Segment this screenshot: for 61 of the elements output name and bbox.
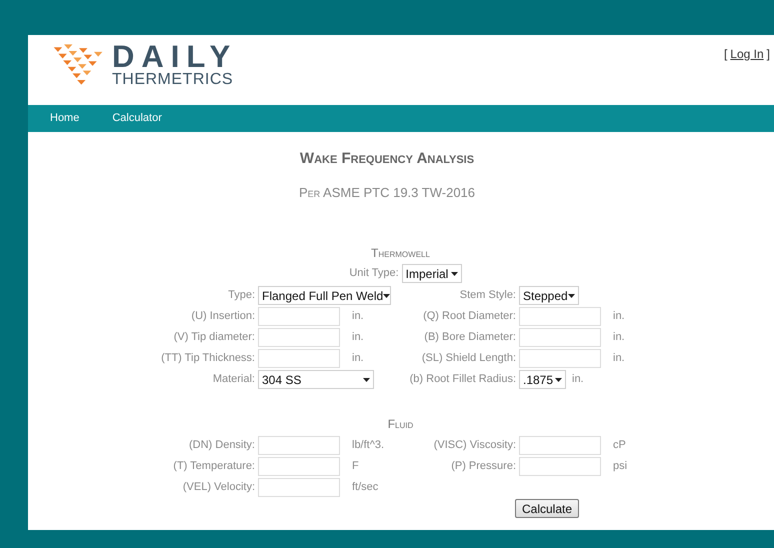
unit-label: ft/sec: [352, 480, 378, 496]
nav-link[interactable]: Calculator: [112, 110, 162, 127]
calculate-button[interactable]: Calculate: [515, 499, 580, 518]
field-label: Material:: [212, 372, 256, 388]
unit-label: in.: [613, 309, 625, 324]
input-field[interactable]: [258, 328, 340, 347]
field-label: Unit Type:: [349, 266, 399, 282]
input-field[interactable]: [258, 349, 340, 368]
section-heading: Thermowell: [371, 245, 430, 262]
input-field[interactable]: [519, 436, 601, 455]
caret-icon: [383, 294, 390, 298]
unit-label: F: [352, 459, 359, 474]
field-label: (T) Temperature:: [172, 459, 256, 474]
unit-label: psi: [613, 459, 628, 474]
field-label: (V) Tip diameter:: [172, 330, 256, 346]
input-field[interactable]: [519, 307, 601, 326]
input-field[interactable]: [519, 349, 601, 368]
page-subtitle: Per ASME PTC 19.3 TW-2016: [298, 184, 476, 202]
field-label: (VISC) Viscosity:: [432, 438, 517, 454]
field-label: (SL) Shield Length:: [420, 351, 517, 366]
field-label: (b) Root Fillet Radius:: [408, 372, 517, 388]
input-field[interactable]: [519, 457, 601, 476]
field-label: (Q) Root Diameter:: [422, 309, 517, 324]
input-field[interactable]: [519, 328, 601, 347]
field-label: (DN) Density:: [188, 438, 256, 454]
unit-label: in.: [352, 330, 364, 346]
input-field[interactable]: [258, 307, 340, 326]
field-label: Stem Style:: [458, 288, 517, 304]
input-field[interactable]: [258, 457, 340, 476]
caret-icon: [555, 378, 562, 382]
field-label: (VEL) Velocity:: [182, 480, 256, 496]
dropdown[interactable]: Stepped: [519, 286, 579, 305]
input-field[interactable]: [258, 478, 340, 497]
logo-subtitle: THERMETRICS: [112, 72, 234, 88]
caret-icon: [568, 294, 575, 298]
login-link[interactable]: Log In: [730, 45, 764, 63]
section-heading: Fluid: [388, 416, 414, 433]
unit-label: in.: [613, 330, 625, 346]
unit-label: in.: [613, 351, 625, 366]
unit-label: in.: [352, 351, 364, 366]
bracket: ]: [766, 46, 770, 63]
unit-label: in.: [352, 309, 364, 324]
caret-icon: [450, 272, 458, 276]
dropdown[interactable]: 304 SS: [258, 370, 374, 389]
unit-label: lb/ft^3.: [352, 438, 384, 454]
field-label: (B) Bore Diameter:: [423, 330, 517, 346]
field-label: (U) Insertion:: [190, 309, 256, 324]
field-label: Type:: [227, 288, 256, 304]
dropdown[interactable]: .1875: [519, 370, 566, 389]
logo-wordmark: DAILY: [112, 41, 238, 72]
caret-icon: [363, 378, 370, 382]
dropdown[interactable]: Imperial: [402, 264, 462, 283]
nav-link[interactable]: Home: [50, 110, 80, 127]
unit-label: cP: [613, 438, 626, 454]
page-title: Wake Frequency Analysis: [300, 149, 474, 169]
dropdown[interactable]: Flanged Full Pen Weld: [258, 286, 391, 305]
unit-label: in.: [572, 372, 584, 388]
field-label: (TT) Tip Thickness:: [160, 351, 256, 366]
input-field[interactable]: [258, 436, 340, 455]
bracket: [: [724, 46, 728, 63]
field-label: (P) Pressure:: [450, 459, 517, 474]
